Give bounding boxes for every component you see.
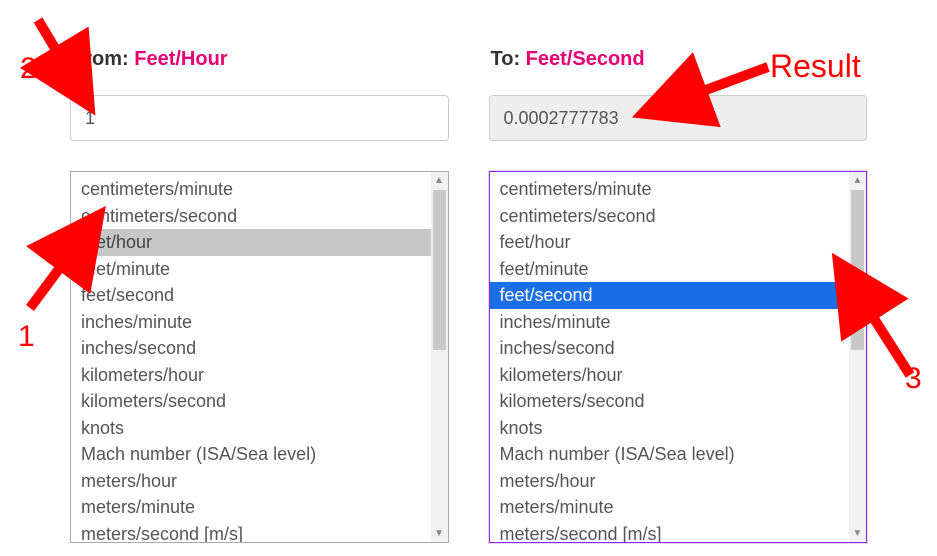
unit-option[interactable]: meters/minute: [490, 494, 850, 521]
annotation-1: 1: [18, 320, 35, 354]
from-heading: From: Feet/Hour: [70, 48, 449, 71]
to-output: [489, 95, 868, 141]
from-input[interactable]: [70, 95, 449, 141]
unit-option[interactable]: meters/second [m/s]: [71, 521, 431, 543]
unit-option[interactable]: centimeters/minute: [71, 176, 431, 203]
unit-option[interactable]: meters/second [m/s]: [490, 521, 850, 543]
to-unit: Feet/Second: [526, 48, 645, 70]
scroll-down-icon[interactable]: ▼: [431, 525, 448, 542]
unit-option[interactable]: meters/hour: [490, 468, 850, 495]
unit-option[interactable]: centimeters/second: [490, 203, 850, 230]
from-listbox[interactable]: centimeters/minutecentimeters/secondfeet…: [70, 171, 449, 543]
unit-option[interactable]: knots: [490, 415, 850, 442]
scroll-up-icon[interactable]: ▲: [431, 172, 448, 189]
from-label: From:: [72, 48, 129, 70]
to-listbox[interactable]: centimeters/minutecentimeters/secondfeet…: [489, 171, 868, 543]
unit-option[interactable]: feet/second: [71, 282, 431, 309]
from-scrollbar[interactable]: ▲ ▼: [431, 172, 448, 542]
unit-option[interactable]: feet/hour: [490, 229, 850, 256]
annotation-2: 2: [20, 52, 37, 86]
scroll-down-icon[interactable]: ▼: [849, 525, 866, 542]
annotation-3: 3: [905, 362, 922, 396]
unit-option[interactable]: kilometers/second: [71, 388, 431, 415]
to-column: To: Feet/Second centimeters/minutecentim…: [489, 48, 868, 543]
unit-option[interactable]: Mach number (ISA/Sea level): [490, 441, 850, 468]
unit-option[interactable]: feet/minute: [490, 256, 850, 283]
unit-option[interactable]: inches/second: [490, 335, 850, 362]
unit-option[interactable]: Mach number (ISA/Sea level): [71, 441, 431, 468]
unit-option[interactable]: meters/minute: [71, 494, 431, 521]
scroll-thumb[interactable]: [851, 190, 864, 350]
unit-option[interactable]: knots: [71, 415, 431, 442]
unit-option[interactable]: inches/minute: [490, 309, 850, 336]
unit-option[interactable]: kilometers/hour: [71, 362, 431, 389]
unit-option[interactable]: feet/second: [490, 282, 850, 309]
unit-option[interactable]: centimeters/second: [71, 203, 431, 230]
unit-option[interactable]: meters/hour: [71, 468, 431, 495]
unit-option[interactable]: feet/minute: [71, 256, 431, 283]
annotation-result: Result: [770, 48, 861, 85]
unit-option[interactable]: inches/minute: [71, 309, 431, 336]
from-column: From: Feet/Hour centimeters/minutecentim…: [70, 48, 449, 543]
unit-option[interactable]: centimeters/minute: [490, 176, 850, 203]
unit-option[interactable]: kilometers/second: [490, 388, 850, 415]
to-label: To:: [491, 48, 521, 70]
unit-option[interactable]: inches/second: [71, 335, 431, 362]
scroll-thumb[interactable]: [433, 190, 446, 350]
from-unit: Feet/Hour: [134, 48, 227, 70]
scroll-up-icon[interactable]: ▲: [849, 172, 866, 189]
to-scrollbar[interactable]: ▲ ▼: [849, 172, 866, 542]
unit-option[interactable]: feet/hour: [71, 229, 431, 256]
unit-option[interactable]: kilometers/hour: [490, 362, 850, 389]
